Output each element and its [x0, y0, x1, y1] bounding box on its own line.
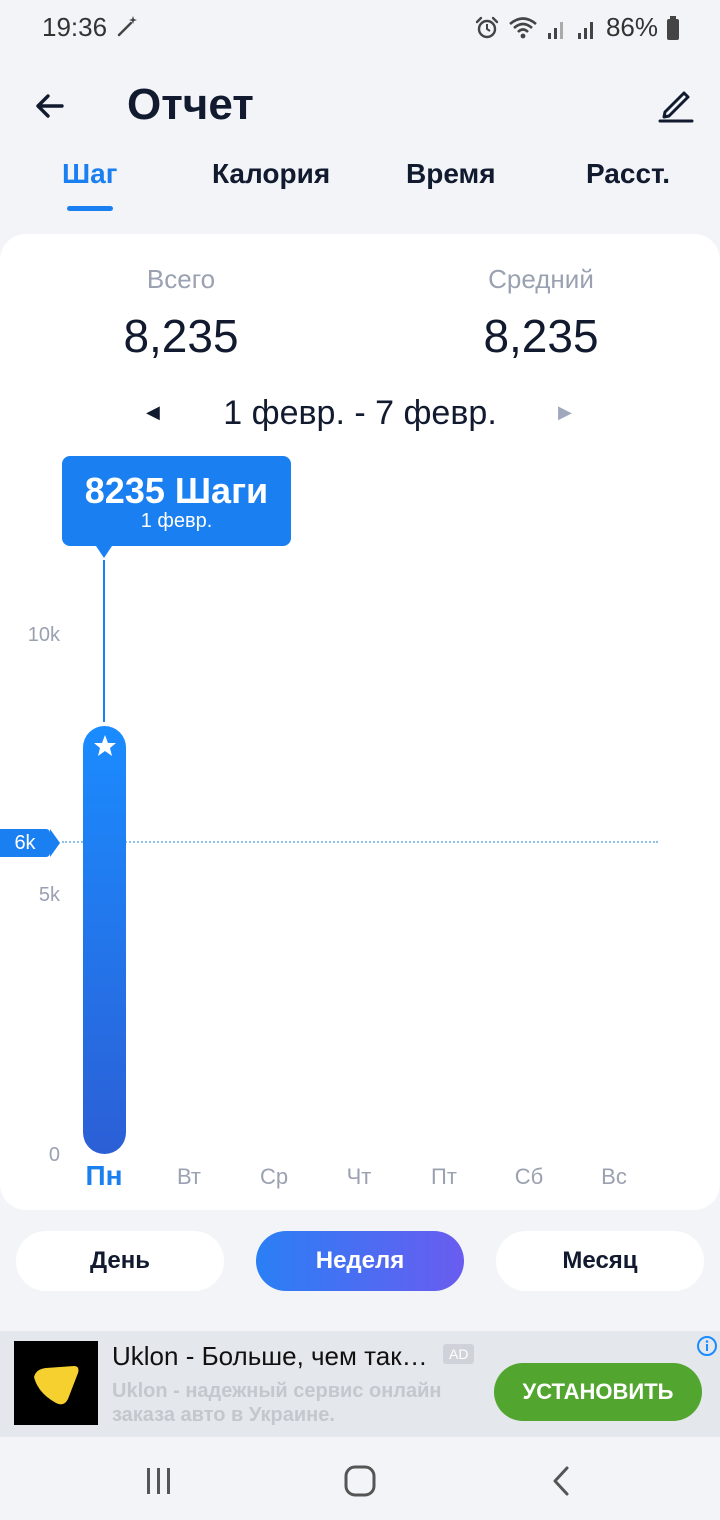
uklon-logo-icon	[34, 1366, 79, 1405]
period-day-button[interactable]: День	[16, 1231, 224, 1291]
signal-icon	[577, 21, 593, 39]
battery-percent: 86%	[605, 12, 658, 42]
report-card: Всего 8,235 Средний 8,235 1 февр. - 7 фе…	[0, 234, 720, 1210]
back-icon[interactable]	[542, 1464, 582, 1498]
recent-apps-icon[interactable]	[139, 1464, 179, 1498]
ad-install-button[interactable]: УСТАНОВИТЬ	[494, 1363, 702, 1421]
alarm-icon	[475, 16, 499, 38]
tab-time[interactable]: Время	[406, 158, 496, 190]
x-tick-label[interactable]: Пт	[414, 1164, 474, 1190]
x-tick-label[interactable]: Ср	[244, 1164, 304, 1190]
y-tick-label: 5k	[38, 884, 60, 906]
goal-badge: 6k	[0, 829, 62, 857]
goal-line	[62, 841, 658, 843]
period-month-button[interactable]: Месяц	[496, 1231, 704, 1291]
system-nav-bar	[0, 1440, 720, 1520]
tooltip-pointer	[96, 546, 112, 558]
tab-calories[interactable]: Калория	[212, 158, 330, 190]
tab-distance[interactable]: Расст.	[586, 158, 670, 190]
wifi-icon	[509, 16, 537, 38]
home-icon[interactable]	[340, 1464, 380, 1498]
tooltip-value: 8235 Шаги	[84, 470, 269, 511]
status-time: 19:36	[42, 12, 108, 42]
active-tab-indicator	[67, 206, 113, 211]
ad-description: Uklon - надежный сервис онлайн заказа ав…	[112, 1380, 442, 1426]
page-title: Отчет	[127, 80, 254, 129]
bar-Пн[interactable]	[83, 725, 126, 1154]
period-week-button[interactable]: Неделя	[256, 1231, 464, 1291]
steps-chart: 8235 Шаги 1 февр. 10k 5k 0 6k Пн Вт Ср Чт Пт…	[0, 234, 720, 1210]
bar-tooltip: 8235 Шаги 1 февр.	[62, 456, 291, 558]
status-bar: 19:36 86%	[0, 0, 720, 56]
ad-badge: AD	[443, 1344, 475, 1364]
ad-title: Uklon - Больше, чем так…	[112, 1341, 428, 1371]
battery-icon	[667, 15, 679, 40]
ad-banner[interactable]: Uklon - Больше, чем так… AD Uklon - наде…	[0, 1331, 720, 1437]
app-header: Отчет	[0, 70, 720, 140]
goal-label: 6k	[0, 829, 50, 857]
magic-wand-icon	[117, 16, 137, 37]
x-tick-label[interactable]: Вт	[159, 1164, 219, 1190]
x-tick-label[interactable]: Вс	[584, 1164, 644, 1190]
tooltip-connector	[103, 560, 105, 722]
y-tick-label: 10k	[27, 624, 60, 646]
x-tick-label[interactable]: Сб	[499, 1164, 559, 1190]
tooltip-date: 1 февр.	[140, 510, 213, 532]
goal-badge-arrow	[50, 829, 60, 857]
pencil-icon[interactable]	[656, 84, 696, 124]
ad-logo	[14, 1341, 98, 1425]
star-icon	[94, 735, 116, 756]
x-tick-label[interactable]: Пн	[74, 1160, 134, 1192]
y-tick-label: 0	[48, 1144, 60, 1166]
arrow-left-icon[interactable]	[30, 86, 70, 126]
x-tick-label[interactable]: Чт	[329, 1164, 389, 1190]
signal-icon	[547, 21, 563, 39]
tab-steps[interactable]: Шаг	[62, 158, 117, 190]
metric-tabs: Шаг Калория Время Расст.	[0, 150, 720, 220]
info-icon[interactable]	[696, 1335, 718, 1357]
